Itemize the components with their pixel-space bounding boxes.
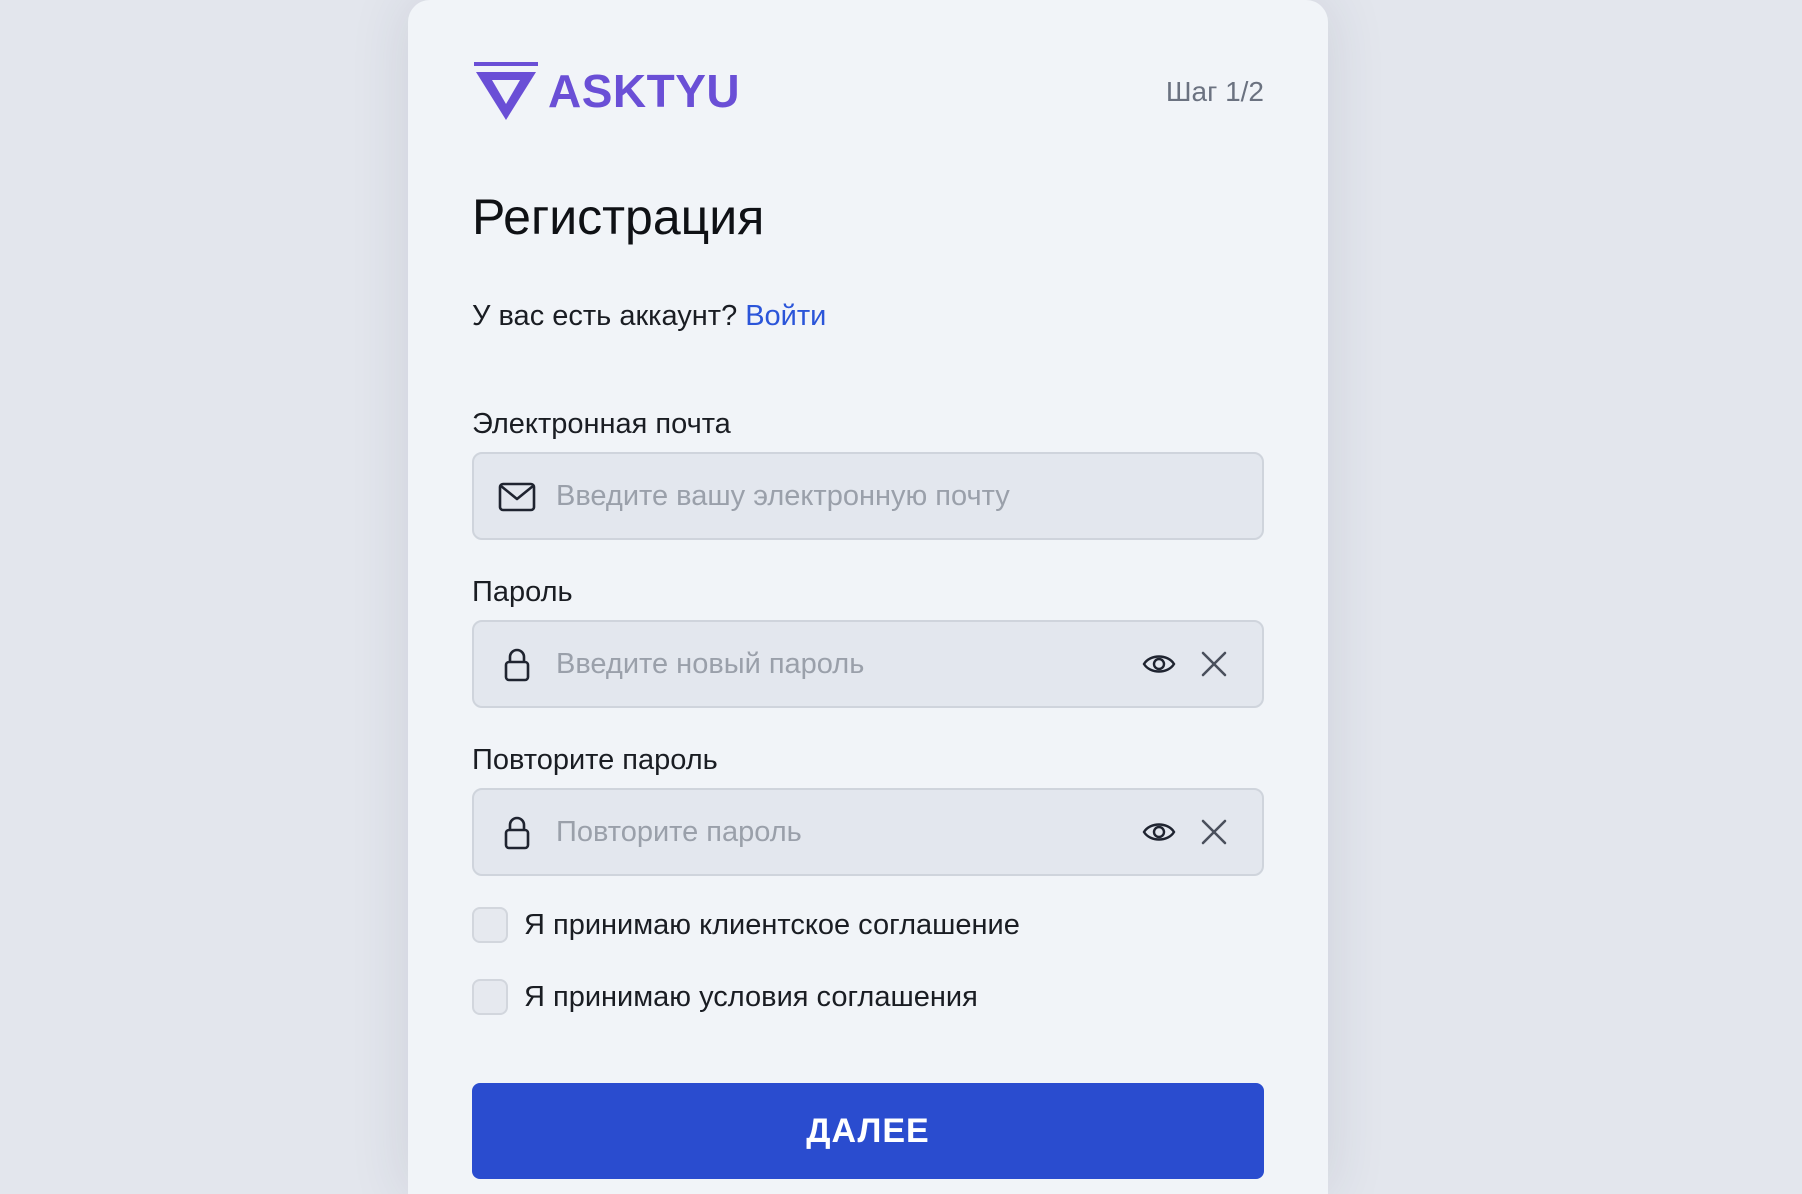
close-icon[interactable] bbox=[1198, 648, 1230, 680]
client-agreement-checkbox[interactable] bbox=[472, 907, 508, 943]
password-label: Пароль bbox=[472, 576, 573, 608]
login-prompt: У вас есть аккаунт? Войти bbox=[472, 300, 826, 333]
eye-icon[interactable] bbox=[1142, 649, 1176, 679]
login-prompt-text: У вас есть аккаунт? bbox=[472, 300, 738, 332]
email-placeholder: Введите вашу электронную почту bbox=[556, 480, 1010, 512]
email-label: Электронная почта bbox=[472, 408, 731, 440]
terms-agreement-label[interactable]: Я принимаю условия соглашения bbox=[524, 981, 978, 1014]
brand-name: ASKTYU bbox=[548, 65, 741, 117]
repeat-password-placeholder: Повторите пароль bbox=[556, 816, 802, 848]
step-indicator: Шаг 1/2 bbox=[1165, 76, 1264, 107]
terms-agreement-row[interactable]: Я принимаю условия соглашения bbox=[472, 978, 978, 1016]
password-field[interactable]: Введите новый пароль bbox=[472, 620, 1264, 708]
terms-agreement-checkbox[interactable] bbox=[472, 979, 508, 1015]
repeat-password-field[interactable]: Повторите пароль bbox=[472, 788, 1264, 876]
close-icon[interactable] bbox=[1198, 816, 1230, 848]
page-title: Регистрация bbox=[472, 189, 765, 245]
card-header: ASKTYU Шаг 1/2 bbox=[472, 58, 1264, 124]
registration-card: ASKTYU Шаг 1/2 Регистрация У вас есть ак… bbox=[408, 0, 1328, 1194]
mail-icon bbox=[498, 482, 536, 512]
client-agreement-label[interactable]: Я принимаю клиентское соглашение bbox=[524, 909, 1020, 942]
email-field[interactable]: Введите вашу электронную почту bbox=[472, 452, 1264, 540]
password-placeholder: Введите новый пароль bbox=[556, 648, 865, 680]
repeat-password-label: Повторите пароль bbox=[472, 744, 718, 776]
login-link[interactable]: Войти bbox=[745, 300, 826, 332]
lock-icon bbox=[504, 648, 530, 682]
next-button[interactable]: ДАЛЕЕ bbox=[472, 1083, 1264, 1179]
lock-icon bbox=[504, 816, 530, 850]
v-triangle-logo-icon bbox=[474, 62, 538, 120]
brand-logo: ASKTYU bbox=[472, 58, 740, 124]
eye-icon[interactable] bbox=[1142, 817, 1176, 847]
client-agreement-row[interactable]: Я принимаю клиентское соглашение bbox=[472, 906, 1020, 944]
